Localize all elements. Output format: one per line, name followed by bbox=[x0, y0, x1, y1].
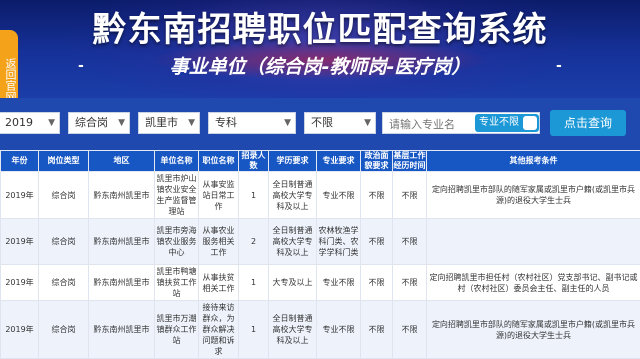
cell-unit: 凯里市炉山镇农业安全生产监督管理站 bbox=[155, 172, 199, 219]
table-row[interactable]: 2019年 综合岗 黔东南州凯里市 凯里市鸭塘镇扶贫工作站 从事扶贫相关工作 1… bbox=[1, 265, 640, 301]
filter-bar: 2019 ▼ 综合岗 ▼ 凯里市 ▼ 专科 ▼ 不限 ▼ 专业不限 点击查询 bbox=[0, 98, 640, 150]
cell-position: 从事扶贫相关工作 bbox=[199, 265, 239, 301]
year-select[interactable]: 2019 ▼ bbox=[0, 112, 60, 134]
header-banner: 黔东南招聘职位匹配查询系统 - 事业单位（综合岗-教师岗-医疗岗） - bbox=[0, 0, 640, 98]
cell-unit: 凯里市旁海镇农业服务中心 bbox=[155, 219, 199, 265]
keyword-search-box: 专业不限 bbox=[382, 112, 540, 134]
post-type-select-value: 综合岗 bbox=[75, 116, 108, 129]
col-header-position: 职位名称 bbox=[199, 151, 239, 172]
chevron-down-icon: ▼ bbox=[118, 113, 125, 133]
cell-experience: 不限 bbox=[393, 172, 427, 219]
year-select-value: 2019 bbox=[5, 116, 33, 129]
chevron-down-icon: ▼ bbox=[48, 113, 55, 133]
cell-post-type: 综合岗 bbox=[39, 172, 89, 219]
col-header-experience: 基层工作经历时间 bbox=[393, 151, 427, 172]
cell-education: 大专及以上 bbox=[269, 265, 317, 301]
cell-year: 2019年 bbox=[1, 265, 39, 301]
col-header-political: 政治面貌要求 bbox=[361, 151, 393, 172]
cell-headcount: 2 bbox=[239, 219, 269, 265]
table-row[interactable]: 2019年 综合岗 黔东南州凯里市 凯里市万潮镇群众工作站 接待来访群众，为群众… bbox=[1, 301, 640, 359]
cell-unit: 凯里市万潮镇群众工作站 bbox=[155, 301, 199, 359]
education-select-value: 专科 bbox=[215, 116, 237, 129]
cell-headcount: 1 bbox=[239, 301, 269, 359]
table-header-row: 年份 岗位类型 地区 单位名称 职位名称 招录人数 学历要求 专业要求 政治面貌… bbox=[1, 151, 640, 172]
major-unlimited-toggle-label: 专业不限 bbox=[479, 117, 519, 128]
cell-major: 专业不限 bbox=[317, 265, 361, 301]
cell-region: 黔东南州凯里市 bbox=[89, 219, 155, 265]
cell-position: 从事安监站日常工作 bbox=[199, 172, 239, 219]
cell-headcount: 1 bbox=[239, 265, 269, 301]
education-select[interactable]: 专科 ▼ bbox=[208, 112, 296, 134]
search-button[interactable]: 点击查询 bbox=[550, 110, 626, 136]
post-type-select[interactable]: 综合岗 ▼ bbox=[68, 112, 130, 134]
cell-year: 2019年 bbox=[1, 172, 39, 219]
cell-education: 全日制普通高校大学专科及以上 bbox=[269, 301, 317, 359]
col-header-unit: 单位名称 bbox=[155, 151, 199, 172]
cell-other bbox=[427, 219, 640, 265]
page-subtitle: 事业单位（综合岗-教师岗-医疗岗） bbox=[0, 52, 640, 79]
page-title: 黔东南招聘职位匹配查询系统 bbox=[0, 2, 640, 51]
cell-year: 2019年 bbox=[1, 301, 39, 359]
col-header-other: 其他报考条件 bbox=[427, 151, 640, 172]
major-unlimited-toggle[interactable]: 专业不限 bbox=[475, 114, 539, 132]
col-header-year: 年份 bbox=[1, 151, 39, 172]
cell-experience: 不限 bbox=[393, 219, 427, 265]
col-header-post-type: 岗位类型 bbox=[39, 151, 89, 172]
subtitle-dash-right: - bbox=[556, 58, 562, 74]
chevron-down-icon: ▼ bbox=[364, 113, 371, 133]
cell-region: 黔东南州凯里市 bbox=[89, 301, 155, 359]
cell-political: 不限 bbox=[361, 172, 393, 219]
chevron-down-icon: ▼ bbox=[188, 113, 195, 133]
col-header-major: 专业要求 bbox=[317, 151, 361, 172]
cell-region: 黔东南州凯里市 bbox=[89, 172, 155, 219]
table-row[interactable]: 2019年 综合岗 黔东南州凯里市 凯里市炉山镇农业安全生产监督管理站 从事安监… bbox=[1, 172, 640, 219]
cell-post-type: 综合岗 bbox=[39, 265, 89, 301]
table-row[interactable]: 2019年 综合岗 黔东南州凯里市 凯里市旁海镇农业服务中心 从事农业服务相关工… bbox=[1, 219, 640, 265]
cell-major: 专业不限 bbox=[317, 172, 361, 219]
cell-major: 农林牧渔学科门类、农学学科门类 bbox=[317, 219, 361, 265]
major-keyword-input[interactable] bbox=[389, 115, 469, 135]
cell-political: 不限 bbox=[361, 265, 393, 301]
cell-other: 定向招聘凯里市部队的随军家属或凯里市户籍(或凯里市兵源)的退役大学生士兵 bbox=[427, 172, 640, 219]
col-header-region: 地区 bbox=[89, 151, 155, 172]
cell-other: 定向招聘凯里市部队的随军家属或凯里市户籍(或凯里市兵源)的退役大学生士兵 bbox=[427, 301, 640, 359]
toggle-knob bbox=[523, 116, 537, 130]
cell-post-type: 综合岗 bbox=[39, 219, 89, 265]
chevron-down-icon: ▼ bbox=[284, 113, 291, 133]
cell-position: 从事农业服务相关工作 bbox=[199, 219, 239, 265]
cell-political: 不限 bbox=[361, 219, 393, 265]
cell-political: 不限 bbox=[361, 301, 393, 359]
col-header-headcount: 招录人数 bbox=[239, 151, 269, 172]
cell-experience: 不限 bbox=[393, 265, 427, 301]
region-select-value: 凯里市 bbox=[145, 116, 178, 129]
cell-year: 2019年 bbox=[1, 219, 39, 265]
cell-experience: 不限 bbox=[393, 301, 427, 359]
cell-headcount: 1 bbox=[239, 172, 269, 219]
results-table: 年份 岗位类型 地区 单位名称 职位名称 招录人数 学历要求 专业要求 政治面貌… bbox=[0, 150, 640, 359]
cell-position: 接待来访群众，为群众解决问题和诉求 bbox=[199, 301, 239, 359]
cell-post-type: 综合岗 bbox=[39, 301, 89, 359]
cell-other: 定向招聘凯里市担任村（农村社区）党支部书记、副书记或村（农村社区）委员会主任、副… bbox=[427, 265, 640, 301]
major-limit-select-value: 不限 bbox=[311, 116, 333, 129]
col-header-education: 学历要求 bbox=[269, 151, 317, 172]
cell-education: 全日制普通高校大学专科及以上 bbox=[269, 219, 317, 265]
region-select[interactable]: 凯里市 ▼ bbox=[138, 112, 200, 134]
cell-major: 专业不限 bbox=[317, 301, 361, 359]
major-limit-select[interactable]: 不限 ▼ bbox=[304, 112, 376, 134]
cell-education: 全日制普通高校大学专科及以上 bbox=[269, 172, 317, 219]
cell-unit: 凯里市鸭塘镇扶贫工作站 bbox=[155, 265, 199, 301]
cell-region: 黔东南州凯里市 bbox=[89, 265, 155, 301]
